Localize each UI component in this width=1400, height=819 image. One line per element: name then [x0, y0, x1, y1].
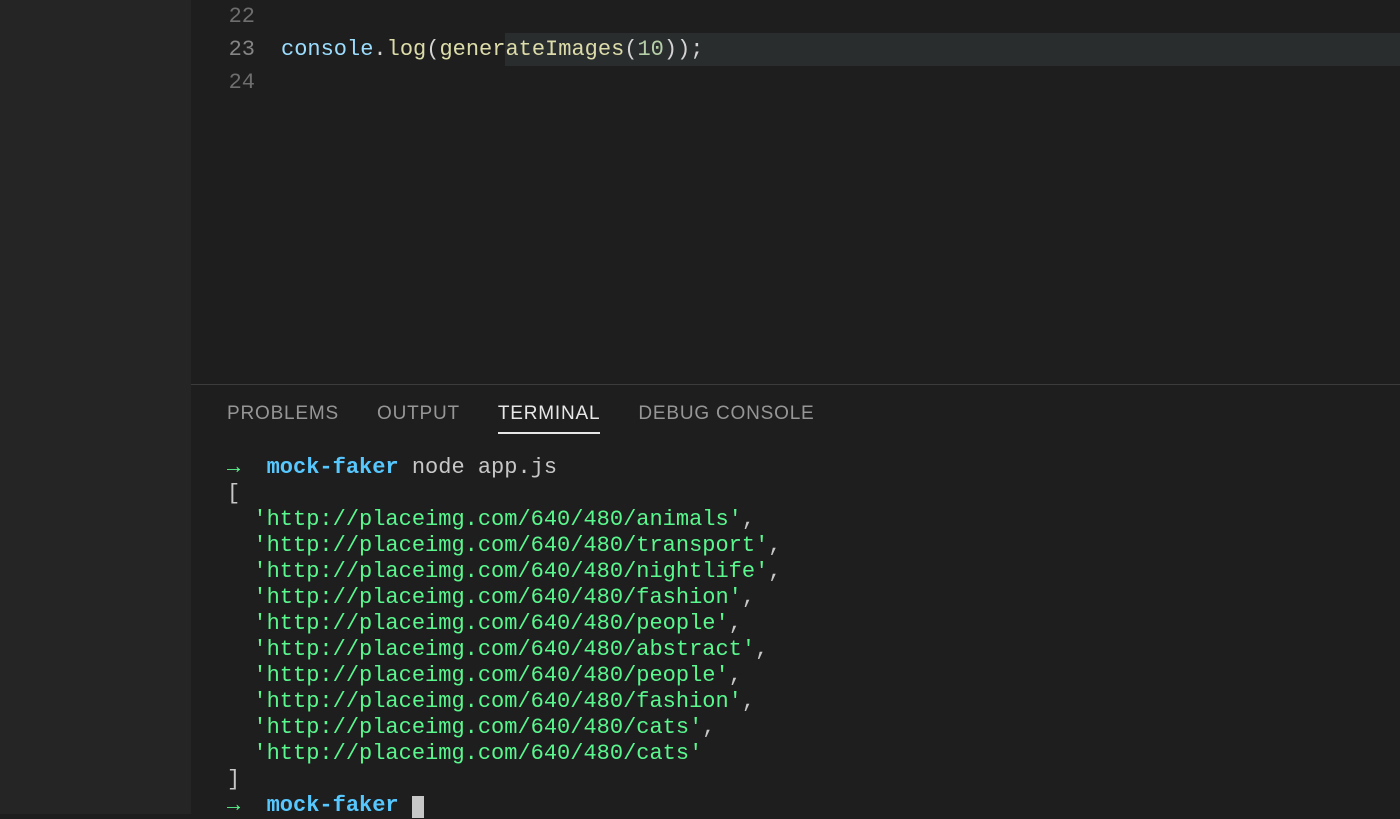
panel-tab-debug-console[interactable]: DEBUG CONSOLE [638, 403, 814, 433]
code-editor[interactable]: 2223console.log(generateImages(10));24 [191, 0, 1400, 384]
line-code[interactable]: console.log(generateImages(10)); [281, 33, 1400, 66]
terminal-output-line: 'http://placeimg.com/640/480/transport', [227, 533, 1364, 559]
terminal-command: node app.js [412, 455, 557, 480]
panel-tabs: PROBLEMS OUTPUT TERMINAL DEBUG CONSOLE [191, 385, 1400, 441]
terminal-output-line: ] [227, 767, 1364, 793]
terminal-output-line: 'http://placeimg.com/640/480/people', [227, 611, 1364, 637]
terminal-output[interactable]: → mock-faker node app.js[ 'http://placei… [191, 441, 1400, 819]
prompt-directory: mock-faker [267, 793, 399, 818]
terminal-prompt-line: → mock-faker node app.js [227, 455, 1364, 481]
editor-line[interactable]: 24 [191, 66, 1400, 99]
activity-bar [0, 0, 191, 814]
editor-line[interactable]: 22 [191, 0, 1400, 33]
panel-tab-problems[interactable]: PROBLEMS [227, 403, 339, 433]
panel-tab-terminal[interactable]: TERMINAL [498, 403, 600, 433]
terminal-output-line: 'http://placeimg.com/640/480/nightlife', [227, 559, 1364, 585]
main-area: 2223console.log(generateImages(10));24 P… [191, 0, 1400, 814]
line-number: 22 [191, 0, 281, 33]
terminal-output-line: 'http://placeimg.com/640/480/animals', [227, 507, 1364, 533]
terminal-output-line: 'http://placeimg.com/640/480/abstract', [227, 637, 1364, 663]
bottom-panel: PROBLEMS OUTPUT TERMINAL DEBUG CONSOLE → mo… [191, 384, 1400, 819]
terminal-output-line: 'http://placeimg.com/640/480/people', [227, 663, 1364, 689]
editor-line[interactable]: 23console.log(generateImages(10)); [191, 33, 1400, 66]
terminal-output-line: 'http://placeimg.com/640/480/fashion', [227, 585, 1364, 611]
panel-tab-output[interactable]: OUTPUT [377, 403, 460, 433]
line-number: 23 [191, 33, 281, 66]
prompt-arrow-icon: → [227, 793, 240, 818]
line-number: 24 [191, 66, 281, 99]
terminal-cursor[interactable] [412, 796, 424, 818]
terminal-output-line: 'http://placeimg.com/640/480/cats', [227, 715, 1364, 741]
prompt-directory: mock-faker [267, 455, 399, 480]
terminal-output-line: 'http://placeimg.com/640/480/fashion', [227, 689, 1364, 715]
prompt-arrow-icon: → [227, 455, 240, 480]
terminal-output-line: [ [227, 481, 1364, 507]
terminal-output-line: 'http://placeimg.com/640/480/cats' [227, 741, 1364, 767]
app-layout: 2223console.log(generateImages(10));24 P… [0, 0, 1400, 814]
terminal-prompt-line[interactable]: → mock-faker [227, 793, 1364, 819]
